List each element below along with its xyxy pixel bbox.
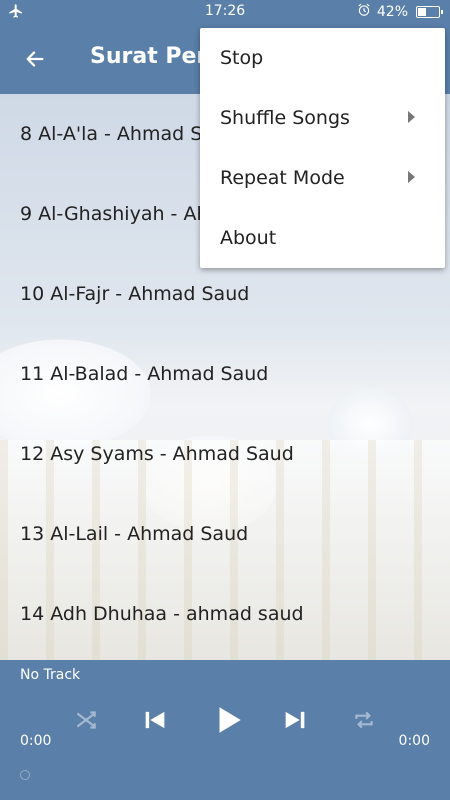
alarm-clock-icon (357, 3, 371, 21)
list-item[interactable]: 14 Adh Dhuhaa - ahmad saud (0, 574, 450, 654)
submenu-arrow-icon (408, 171, 415, 183)
seek-handle[interactable] (20, 770, 30, 780)
menu-item-label: About (220, 227, 277, 249)
arrow-left-icon[interactable] (18, 42, 52, 76)
list-item[interactable]: 12 Asy Syams - Ahmad Saud (0, 414, 450, 494)
skip-next-icon[interactable] (278, 700, 312, 740)
menu-item-repeat-mode[interactable]: Repeat Mode (200, 148, 445, 208)
overflow-menu: Stop Shuffle Songs Repeat Mode About (200, 28, 445, 268)
list-item[interactable]: 13 Al-Lail - Ahmad Saud (0, 494, 450, 574)
now-playing-title: No Track (20, 667, 81, 683)
menu-item-label: Repeat Mode (220, 167, 345, 189)
menu-item-about[interactable]: About (200, 208, 445, 268)
menu-item-shuffle-songs[interactable]: Shuffle Songs (200, 88, 445, 148)
play-icon[interactable] (208, 700, 248, 740)
skip-previous-icon[interactable] (138, 700, 172, 740)
repeat-icon[interactable] (348, 700, 380, 740)
battery-percent: 42% (376, 4, 408, 20)
shuffle-icon[interactable] (70, 700, 102, 740)
status-right: 42% (357, 3, 443, 21)
battery-icon (416, 6, 443, 18)
player-bar: No Track 0:00 0:00 (0, 660, 450, 800)
status-bar: 17:26 42% (0, 0, 450, 24)
list-item[interactable]: 11 Al-Balad - Ahmad Saud (0, 334, 450, 414)
elapsed-time: 0:00 (20, 733, 52, 749)
submenu-arrow-icon (408, 111, 415, 123)
duration-time: 0:00 (398, 733, 430, 749)
menu-item-label: Stop (220, 47, 264, 69)
menu-item-label: Shuffle Songs (220, 107, 350, 129)
menu-item-stop[interactable]: Stop (200, 28, 445, 88)
